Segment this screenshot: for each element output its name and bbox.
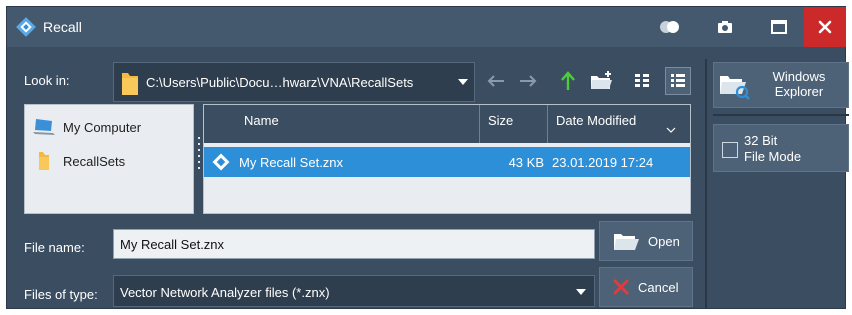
place-item-my-computer[interactable]: My Computer (33, 116, 141, 138)
back-arrow-icon (487, 75, 504, 87)
file-name-label: File name: (24, 240, 85, 255)
close-button[interactable] (804, 7, 846, 47)
open-button-label: Open (648, 233, 680, 249)
folder-icon (39, 152, 49, 170)
open-folder-icon (614, 234, 639, 250)
chevron-down-icon (458, 79, 468, 85)
32-bit-label-line2: File Mode (744, 149, 802, 164)
cancel-x-icon (613, 279, 629, 295)
cancel-button-label: Cancel (638, 279, 679, 295)
file-type-label: Files of type: (24, 287, 98, 302)
place-label: My Computer (63, 119, 142, 135)
list-view-button[interactable] (665, 67, 691, 95)
title-bar: Recall (7, 7, 846, 47)
detail-view-button[interactable] (629, 67, 655, 95)
computer-icon (33, 119, 55, 135)
32-bit-label-line1: 32 Bit (744, 133, 778, 148)
chevron-down-icon (576, 289, 586, 295)
file-list: Name Size Date Modified My Recall Set.zn… (203, 104, 691, 214)
file-size-cell: 43 KB (508, 155, 544, 170)
windows-explorer-button[interactable]: Windows Explorer (713, 62, 849, 108)
look-in-combo[interactable]: C:\Users\Public\Docu…hwarz\VNA\RecallSet… (113, 62, 475, 102)
horizontal-divider (713, 114, 849, 116)
column-header-date[interactable]: Date Modified (548, 105, 686, 143)
recall-set-file-icon (212, 153, 230, 171)
file-list-header: Name Size Date Modified (204, 105, 690, 143)
up-folder-icon (561, 71, 575, 90)
back-button[interactable] (483, 67, 509, 95)
32-bit-file-mode-toggle[interactable]: 32 Bit File Mode (713, 124, 849, 172)
forward-arrow-icon (520, 75, 537, 87)
places-panel: My Computer RecallSets (24, 104, 194, 214)
explorer-label-line1: Windows (772, 69, 826, 84)
maximize-icon (771, 20, 787, 34)
maximize-button[interactable] (757, 7, 801, 47)
file-row[interactable]: My Recall Set.znx 43 KB 23.01.2019 17:24 (204, 147, 690, 177)
look-in-path: C:\Users\Public\Docu…hwarz\VNA\RecallSet… (146, 75, 414, 90)
close-icon (818, 20, 832, 34)
file-type-select[interactable]: Vector Network Analyzer files (*.znx) (113, 275, 595, 307)
list-view-icon (671, 74, 685, 87)
file-name-cell: My Recall Set.znx (239, 155, 344, 170)
32-bit-checkbox[interactable] (722, 142, 738, 158)
file-date-cell: 23.01.2019 17:24 (552, 155, 654, 170)
explorer-icon (720, 76, 750, 100)
toggle-icon[interactable] (659, 20, 681, 34)
open-button[interactable]: Open (599, 221, 693, 261)
column-header-date-label: Date Modified (556, 113, 637, 128)
column-header-size[interactable]: Size (480, 105, 548, 143)
column-header-name[interactable]: Name (204, 105, 480, 143)
folder-icon (122, 73, 138, 95)
up-folder-button[interactable] (555, 67, 581, 95)
file-name-input[interactable] (113, 229, 595, 259)
panel-splitter[interactable] (197, 137, 201, 177)
app-logo-icon (16, 17, 36, 37)
window-title: Recall (43, 19, 82, 35)
place-label: RecallSets (63, 153, 126, 169)
look-in-label: Look in: (24, 73, 70, 88)
new-folder-button[interactable] (589, 67, 615, 95)
vertical-divider (705, 59, 707, 309)
detail-view-icon (635, 74, 649, 87)
place-item-recallsets[interactable]: RecallSets (33, 150, 125, 172)
sort-descending-icon (666, 127, 676, 133)
camera-icon (718, 21, 732, 33)
file-type-value: Vector Network Analyzer files (*.znx) (120, 285, 330, 300)
screenshot-button[interactable] (703, 7, 747, 47)
forward-button[interactable] (515, 67, 541, 95)
new-folder-icon (591, 71, 612, 89)
cancel-button[interactable]: Cancel (599, 267, 693, 307)
recall-dialog: Recall Look in: C:\Users\Public\Docu…hwa… (6, 6, 849, 309)
explorer-label-line2: Explorer (774, 84, 824, 99)
